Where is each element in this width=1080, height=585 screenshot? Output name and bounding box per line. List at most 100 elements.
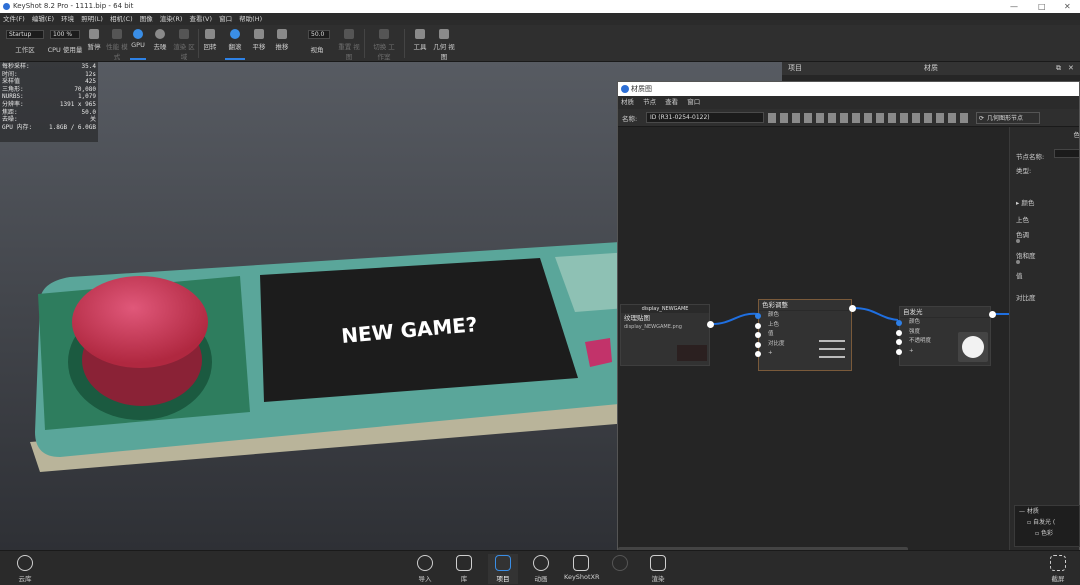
library-button[interactable]: 库 [452, 554, 476, 584]
emissive-node[interactable]: 自发光 颜色 强度 不透明度 + [896, 306, 991, 366]
render-button[interactable]: 渲染 [646, 554, 670, 584]
reset-view-button[interactable]: 重置 视图 [338, 27, 360, 61]
node-name-input[interactable] [1054, 149, 1079, 158]
toolbar-divider [198, 29, 199, 58]
hue-slider-handle[interactable] [1016, 239, 1020, 243]
material-graph-toolbar: 名称: ID (R31-0254-0122) ⟳ 几何图形节点 [618, 109, 1079, 127]
mg-menu-window[interactable]: 窗口 [687, 98, 700, 106]
maximize-icon[interactable]: □ [1038, 0, 1046, 13]
workspace-select[interactable]: Startup [6, 30, 44, 39]
tab-project[interactable]: 项目 [788, 62, 802, 75]
texture-node-file: display_NEWGAME.png [624, 324, 682, 330]
studio-icon [379, 29, 389, 39]
material-graph-title-bar: 材质图 [618, 82, 1079, 96]
material-graph-menu: 材质 节点 查看 窗口 [618, 96, 1079, 109]
keyvr-button[interactable] [608, 554, 632, 584]
keyshotxr-button[interactable]: KeyShotXR [564, 554, 600, 584]
node-graph-canvas[interactable]: display_NEWGAME 纹理贴图 display_NEWGAME.png… [618, 127, 1009, 553]
menu-window[interactable]: 窗口 [219, 15, 232, 23]
keyshot-logo-icon [3, 3, 10, 10]
menu-image[interactable]: 图像 [140, 15, 153, 23]
emissive-port[interactable]: 颜色 [896, 318, 990, 328]
menu-view[interactable]: 查看(V) [189, 15, 212, 23]
pause-icon [89, 29, 99, 39]
color-adjust-port[interactable]: 颜色 [755, 311, 851, 321]
stat-row: 去噪: 关 [2, 116, 96, 124]
hue-label: 色调 [1016, 231, 1029, 239]
texture-map-node[interactable]: display_NEWGAME 纹理贴图 display_NEWGAME.png [620, 304, 710, 366]
color-section-toggle[interactable]: ▸ 颜色 [1016, 197, 1034, 207]
denoise-button[interactable]: 去噪 [150, 27, 170, 60]
menu-environment[interactable]: 环境 [61, 15, 74, 23]
stat-row: 每秒采样: 35.4 [2, 63, 96, 70]
reset-icon [344, 29, 354, 39]
tools-button[interactable]: 工具 [410, 27, 430, 60]
menu-render[interactable]: 渲染(R) [160, 15, 183, 23]
project-panel-header: 项目 材质 ⧉ ✕ [782, 62, 1080, 75]
screenshot-icon [1050, 555, 1066, 571]
dolly-button[interactable]: 推移 [272, 27, 292, 60]
stat-row: GPU 内存: 1.8GB / 6.0GB [2, 123, 96, 131]
tree-item-material[interactable]: — 材质 [1019, 506, 1079, 517]
menu-edit[interactable]: 编辑(E) [32, 15, 54, 23]
color-adjust-output-port[interactable] [849, 305, 856, 312]
refresh-icon: ⟳ [979, 115, 985, 122]
tint-label: 上色 [1016, 216, 1029, 224]
props-header: 色 [1073, 131, 1080, 139]
color-adjust-port[interactable]: 值 [755, 330, 851, 340]
tree-item-emissive[interactable]: ▫ 自发光 ( [1019, 517, 1079, 528]
color-adjust-node[interactable]: 色彩调整 颜色 上色 值 对比度 + [755, 299, 852, 371]
cloud-library-button[interactable]: 云库 [10, 554, 40, 584]
menu-help[interactable]: 帮助(H) [239, 15, 262, 23]
mg-menu-node[interactable]: 节点 [643, 98, 656, 106]
menu-lighting[interactable]: 照明(L) [81, 15, 103, 23]
animation-button[interactable]: 动画 [529, 554, 553, 584]
float-icon[interactable]: ⧉ [1056, 62, 1061, 75]
material-graph-logo-icon [621, 85, 629, 93]
play-icon [533, 555, 549, 571]
color-adjust-port[interactable]: 上色 [755, 321, 851, 331]
mg-menu-material[interactable]: 材质 [621, 98, 634, 106]
menu-camera[interactable]: 相机(C) [110, 15, 133, 23]
toolbar-divider [404, 29, 405, 58]
title-bar: KeyShot 8.2 Pro - 1111.bip - 64 bit — □ … [0, 0, 1080, 13]
main-toolbar: Startup 工作区 100 % CPU 使用量 暂停 性能 模式 GPU 去… [0, 25, 1080, 62]
emissive-output-port[interactable] [989, 311, 996, 318]
close-icon[interactable]: ✕ [1064, 0, 1071, 13]
material-name-field[interactable]: ID (R31-0254-0122) [646, 112, 764, 123]
mg-menu-view[interactable]: 查看 [665, 98, 678, 106]
texture-node-header: display_NEWGAME [621, 305, 709, 313]
menu-file[interactable]: 文件(F) [3, 15, 25, 23]
geometry-node-button[interactable]: ⟳ 几何图形节点 [976, 112, 1040, 124]
project-button[interactable]: 项目 [488, 554, 518, 584]
performance-icon [112, 29, 122, 39]
render-region-button[interactable]: 渲染 区域 [172, 27, 196, 61]
turntable-icon [205, 29, 215, 39]
pan-button[interactable]: 平移 [249, 27, 269, 60]
switch-studio-button[interactable]: 切换 工作室 [370, 27, 398, 61]
emissive-preview [958, 332, 988, 362]
fov-field[interactable]: 50.0 [308, 30, 330, 39]
texture-output-port[interactable] [707, 321, 714, 328]
graph-tool-icons[interactable] [768, 113, 968, 123]
pause-button[interactable]: 暂停 [84, 27, 104, 60]
close-panel-icon[interactable]: ✕ [1068, 62, 1074, 75]
stat-row: 三角形: 70,080 [2, 85, 96, 93]
gpu-button[interactable]: GPU [130, 27, 146, 60]
cpu-usage-field[interactable]: 100 % [50, 30, 80, 39]
minimize-icon[interactable]: — [1010, 0, 1018, 13]
node-properties-panel: 色 节点名称: 类型: ▸ 颜色 上色 色调 饱和度 值 对比度 [1009, 127, 1080, 553]
node-name-label: 节点名称: [1016, 153, 1045, 161]
tumble-button[interactable]: 翻滚 [225, 27, 245, 60]
stat-row: 分辨率: 1391 x 965 [2, 100, 96, 108]
screenshot-button[interactable]: 截屏 [1044, 554, 1072, 584]
denoise-icon [155, 29, 165, 39]
color-adjust-node-title: 色彩调整 [759, 300, 851, 311]
tree-item-color[interactable]: ▫ 色彩 [1019, 528, 1079, 539]
performance-mode-button[interactable]: 性能 模式 [106, 27, 128, 61]
saturation-slider-handle[interactable] [1016, 260, 1020, 264]
import-button[interactable]: 导入 [413, 554, 437, 584]
geometry-view-button[interactable]: 几何 视图 [433, 27, 455, 61]
turntable-button[interactable]: 回转 [200, 27, 220, 60]
tab-material[interactable]: 材质 [924, 62, 938, 75]
